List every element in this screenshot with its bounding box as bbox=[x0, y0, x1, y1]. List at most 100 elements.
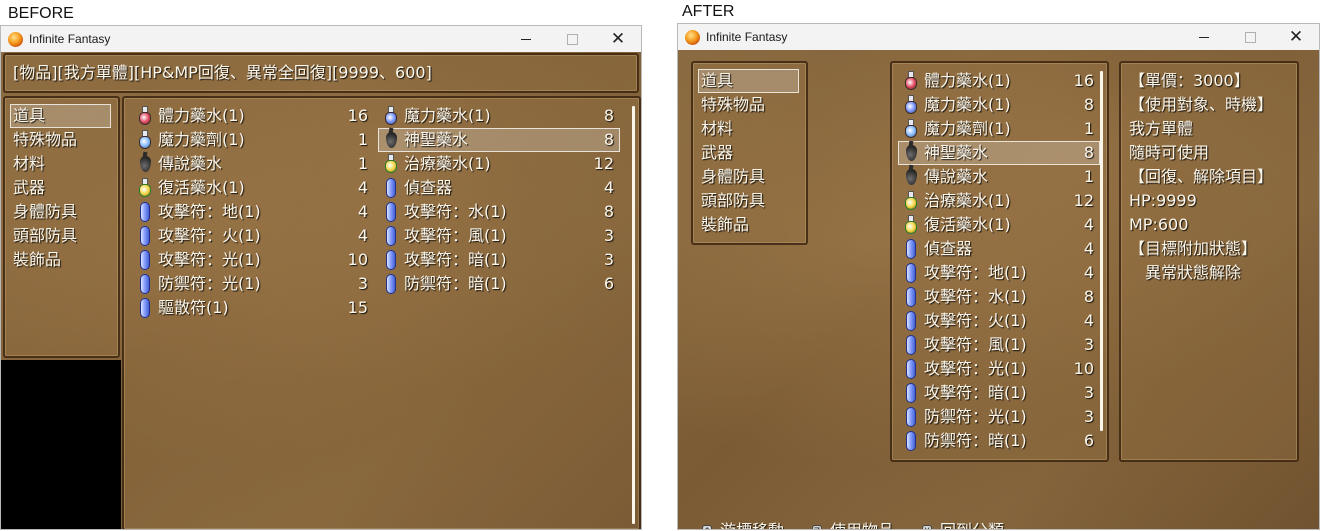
crystal-icon bbox=[136, 274, 154, 294]
item-count: 6 bbox=[603, 274, 614, 293]
item-row[interactable]: 魔力藥水(1) 8 bbox=[380, 104, 620, 128]
item-row[interactable]: 攻擊符：暗(1) 3 bbox=[900, 381, 1100, 405]
close-button[interactable]: ✕ bbox=[1273, 24, 1319, 50]
item-count: 15 bbox=[347, 298, 368, 317]
item-count: 3 bbox=[1083, 383, 1094, 402]
item-row[interactable]: 傳說藥水 1 bbox=[134, 152, 374, 176]
item-row[interactable]: 攻擊符：暗(1) 3 bbox=[380, 248, 620, 272]
item-row[interactable]: 攻擊符：風(1) 3 bbox=[900, 333, 1100, 357]
crystal-icon bbox=[136, 250, 154, 270]
item-count: 12 bbox=[593, 154, 614, 173]
item-name: 傳說藥水 bbox=[158, 154, 223, 173]
category-item[interactable]: 頭部防具 bbox=[13, 224, 77, 248]
item-count: 3 bbox=[603, 250, 614, 269]
item-row[interactable]: 體力藥水(1) 16 bbox=[900, 69, 1100, 93]
item-row[interactable]: 魔力藥水(1) 8 bbox=[900, 93, 1100, 117]
crystal-icon bbox=[902, 263, 920, 283]
item-row[interactable]: 攻擊符：水(1) 8 bbox=[900, 285, 1100, 309]
app-icon bbox=[685, 29, 700, 45]
category-item[interactable]: 材料 bbox=[13, 152, 45, 176]
item-row[interactable]: 魔力藥劑(1) 1 bbox=[900, 117, 1100, 141]
item-row[interactable]: 防禦符：暗(1) 6 bbox=[380, 272, 620, 296]
item-row[interactable]: 攻擊符：光(1) 10 bbox=[134, 248, 374, 272]
use-item-hint: Z 使用物品 bbox=[812, 519, 894, 529]
empty-area bbox=[1, 360, 121, 529]
item-row[interactable]: 攻擊符：水(1) 8 bbox=[380, 200, 620, 224]
item-row[interactable]: 攻擊符：火(1) 4 bbox=[900, 309, 1100, 333]
maximize-button[interactable] bbox=[549, 26, 595, 52]
item-row[interactable]: 攻擊符：地(1) 4 bbox=[900, 261, 1100, 285]
game-canvas: [物品][我方單體][HP&MP回復、異常全回復][9999、600] 道具 特殊… bbox=[1, 52, 641, 529]
category-item[interactable]: 裝飾品 bbox=[13, 248, 61, 272]
crystal-icon bbox=[902, 383, 920, 403]
item-name: 防禦符：暗(1) bbox=[404, 274, 507, 293]
category-item[interactable]: 武器 bbox=[701, 141, 733, 165]
item-count: 10 bbox=[1073, 359, 1094, 378]
title-bar: Infinite Fantasy ✕ bbox=[678, 24, 1319, 50]
item-name: 魔力藥劑(1) bbox=[158, 130, 245, 149]
key-icon: X bbox=[922, 524, 932, 529]
item-row[interactable]: 攻擊符：地(1) 4 bbox=[134, 200, 374, 224]
title-bar: Infinite Fantasy ✕ bbox=[1, 26, 641, 52]
crystal-icon bbox=[902, 431, 920, 451]
crystal-icon bbox=[382, 178, 400, 198]
category-item[interactable]: 武器 bbox=[13, 176, 45, 200]
category-item[interactable]: 裝飾品 bbox=[701, 213, 749, 237]
item-name: 攻擊符：風(1) bbox=[404, 226, 507, 245]
category-item[interactable]: 身體防具 bbox=[13, 200, 77, 224]
close-button[interactable]: ✕ bbox=[595, 26, 641, 52]
detail-line: 【單價：3000】 bbox=[1129, 71, 1250, 90]
item-row[interactable]: 體力藥水(1) 16 bbox=[134, 104, 374, 128]
hint-label: 使用物品 bbox=[830, 521, 894, 529]
blue-vial-icon bbox=[902, 119, 920, 139]
app-icon bbox=[8, 31, 23, 47]
key-icon: ⇕ bbox=[702, 524, 712, 529]
maximize-button[interactable] bbox=[1227, 24, 1273, 50]
item-row[interactable]: 防禦符：光(1) 3 bbox=[900, 405, 1100, 429]
scrollbar[interactable] bbox=[632, 106, 635, 524]
category-item[interactable]: 道具 bbox=[13, 104, 45, 128]
item-row[interactable]: 復活藥水(1) 4 bbox=[900, 213, 1100, 237]
item-row[interactable]: 神聖藥水 8 bbox=[900, 141, 1100, 165]
item-row[interactable]: 神聖藥水 8 bbox=[380, 128, 620, 152]
scrollbar[interactable] bbox=[1100, 71, 1103, 431]
minimize-button[interactable] bbox=[1181, 24, 1227, 50]
item-row[interactable]: 攻擊符：風(1) 3 bbox=[380, 224, 620, 248]
item-name: 攻擊符：光(1) bbox=[924, 359, 1027, 378]
window-title: Infinite Fantasy bbox=[706, 30, 788, 44]
crystal-icon bbox=[382, 250, 400, 270]
category-item[interactable]: 身體防具 bbox=[701, 165, 765, 189]
item-row[interactable]: 防禦符：光(1) 3 bbox=[134, 272, 374, 296]
item-count: 3 bbox=[1083, 407, 1094, 426]
blue-vial-icon bbox=[136, 130, 154, 150]
red-potion-icon bbox=[136, 106, 154, 126]
item-row[interactable]: 防禦符：暗(1) 6 bbox=[900, 429, 1100, 453]
item-count: 4 bbox=[1083, 263, 1094, 282]
item-row[interactable]: 傳說藥水 1 bbox=[900, 165, 1100, 189]
detail-line: 我方單體 bbox=[1129, 119, 1194, 138]
category-item[interactable]: 頭部防具 bbox=[701, 189, 765, 213]
item-name: 治療藥水(1) bbox=[924, 191, 1011, 210]
item-count: 3 bbox=[1083, 335, 1094, 354]
item-row[interactable]: 攻擊符：光(1) 10 bbox=[900, 357, 1100, 381]
item-row[interactable]: 魔力藥劑(1) 1 bbox=[134, 128, 374, 152]
item-row[interactable]: 治療藥水(1) 12 bbox=[380, 152, 620, 176]
item-name: 攻擊符：水(1) bbox=[404, 202, 507, 221]
item-name: 偵查器 bbox=[924, 239, 973, 258]
item-count: 8 bbox=[1083, 287, 1094, 306]
minimize-button[interactable] bbox=[503, 26, 549, 52]
item-row[interactable]: 偵查器 4 bbox=[900, 237, 1100, 261]
category-item[interactable]: 材料 bbox=[701, 117, 733, 141]
category-item[interactable]: 特殊物品 bbox=[13, 128, 77, 152]
item-row[interactable]: 治療藥水(1) 12 bbox=[900, 189, 1100, 213]
item-row[interactable]: 攻擊符：火(1) 4 bbox=[134, 224, 374, 248]
item-name: 體力藥水(1) bbox=[158, 106, 245, 125]
item-row[interactable]: 偵查器 4 bbox=[380, 176, 620, 200]
detail-line: MP:600 bbox=[1129, 215, 1189, 234]
item-row[interactable]: 復活藥水(1) 4 bbox=[134, 176, 374, 200]
item-name: 神聖藥水 bbox=[924, 143, 989, 162]
category-item[interactable]: 特殊物品 bbox=[701, 93, 765, 117]
item-row[interactable]: 驅散符(1) 15 bbox=[134, 296, 374, 320]
category-item[interactable]: 道具 bbox=[701, 69, 733, 93]
item-count: 8 bbox=[603, 130, 614, 149]
